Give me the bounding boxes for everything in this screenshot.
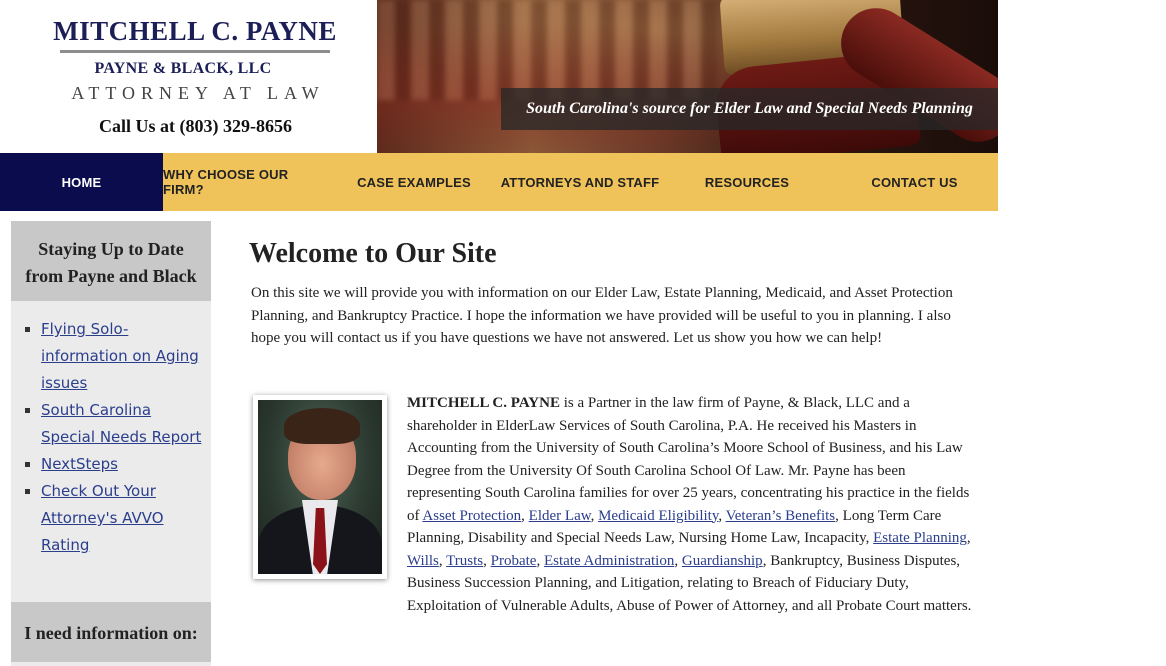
list-item: Flying Solo- information on Aging issues [25, 316, 211, 397]
link-wills[interactable]: Wills [407, 553, 439, 569]
bio-sep: , [521, 507, 529, 524]
link-text: information on Aging [41, 347, 199, 365]
nav-home[interactable]: HOME [0, 153, 163, 211]
banner-image: South Carolina's source for Elder Law an… [377, 0, 998, 153]
attorney-bio: MITCHELL C. PAYNE is a Partner in the la… [407, 392, 975, 617]
link-avvo-rating[interactable]: Check Out Your Attorney's AVVO Rating [41, 482, 164, 554]
sidebar-links: Flying Solo- information on Aging issues… [11, 301, 211, 559]
portrait-hair [284, 408, 360, 444]
link-guardianship[interactable]: Guardianship [682, 553, 763, 569]
link-text: Attorney's AVVO [41, 509, 164, 527]
link-special-needs-report[interactable]: South Carolina Special Needs Report [41, 401, 201, 446]
attorney-photo [253, 395, 387, 579]
link-nextsteps[interactable]: NextSteps [41, 455, 118, 473]
nav-why-choose-our-firm[interactable]: WHY CHOOSE OUR FIRM? [163, 153, 331, 211]
link-medicaid-eligibility[interactable]: Medicaid Eligibility [598, 508, 718, 524]
nav-case-examples[interactable]: CASE EXAMPLES [331, 153, 497, 211]
link-text: Special Needs Report [41, 428, 202, 446]
bio-sep: , [590, 507, 599, 524]
nav-resources[interactable]: RESOURCES [663, 153, 831, 211]
bio-sep: , [966, 530, 971, 546]
bio-sep: , [536, 552, 544, 569]
link-estate-planning[interactable]: Estate Planning [873, 530, 967, 546]
bio-sep: , [718, 507, 726, 524]
bio-name: MITCHELL C. PAYNE [407, 395, 560, 411]
nav-attorneys-and-staff[interactable]: ATTORNEYS AND STAFF [497, 153, 663, 211]
firm-tagline: ATTORNEY AT LAW [71, 83, 325, 103]
banner-caption: South Carolina's source for Elder Law an… [501, 88, 998, 130]
attorney-portrait [258, 400, 382, 574]
sidebar-heading-line1: Staying Up to Date [38, 239, 184, 259]
sidebar: Staying Up to Date from Payne and Black … [11, 221, 211, 666]
link-veterans-benefits[interactable]: Veteran’s Benefits [726, 508, 836, 524]
intro-paragraph: On this site we will provide you with in… [251, 285, 953, 346]
bio-sep: , [483, 552, 491, 569]
nav-contact-us[interactable]: CONTACT US [831, 153, 998, 211]
logo-divider [60, 50, 330, 53]
list-item: Check Out Your Attorney's AVVO Rating [25, 478, 211, 559]
bookshelf-background [377, 0, 717, 100]
link-text: Rating [41, 536, 90, 554]
link-text: South Carolina [41, 401, 152, 419]
sidebar-heading-line2: from Payne and Black [25, 266, 197, 286]
bio-sep: , [674, 552, 682, 569]
logo[interactable]: MITCHELL C. PAYNE PAYNE & BLACK, LLC ATT… [0, 0, 377, 153]
link-text: Flying Solo- [41, 320, 129, 338]
link-elder-law[interactable]: Elder Law [529, 508, 591, 524]
page-title: Welcome to Our Site [249, 238, 497, 269]
sidebar-heading-information: I need information on: [11, 602, 211, 662]
site-header: MITCHELL C. PAYNE PAYNE & BLACK, LLC ATT… [0, 0, 998, 153]
firm-llc: PAYNE & BLACK, LLC [94, 60, 272, 77]
link-text: issues [41, 374, 88, 392]
link-asset-protection[interactable]: Asset Protection [422, 508, 521, 524]
link-estate-administration[interactable]: Estate Administration [544, 553, 674, 569]
link-probate[interactable]: Probate [491, 553, 537, 569]
link-text: NextSteps [41, 455, 118, 473]
sidebar-heading-updates: Staying Up to Date from Payne and Black [11, 221, 211, 301]
list-item: South Carolina Special Needs Report [25, 397, 211, 451]
link-flying-solo[interactable]: Flying Solo- information on Aging issues [41, 320, 199, 392]
firm-name: MITCHELL C. PAYNE [53, 16, 337, 46]
bio-text: is a Partner in the law firm of Payne, &… [407, 395, 970, 524]
main-content: Welcome to Our Site On this site we will… [249, 238, 979, 614]
link-trusts[interactable]: Trusts [446, 553, 483, 569]
main-nav: HOME WHY CHOOSE OUR FIRM? CASE EXAMPLES … [0, 153, 998, 211]
phone-number: Call Us at (803) 329-8656 [99, 116, 292, 136]
link-text: Check Out Your [41, 482, 156, 500]
list-item: NextSteps [25, 451, 211, 478]
